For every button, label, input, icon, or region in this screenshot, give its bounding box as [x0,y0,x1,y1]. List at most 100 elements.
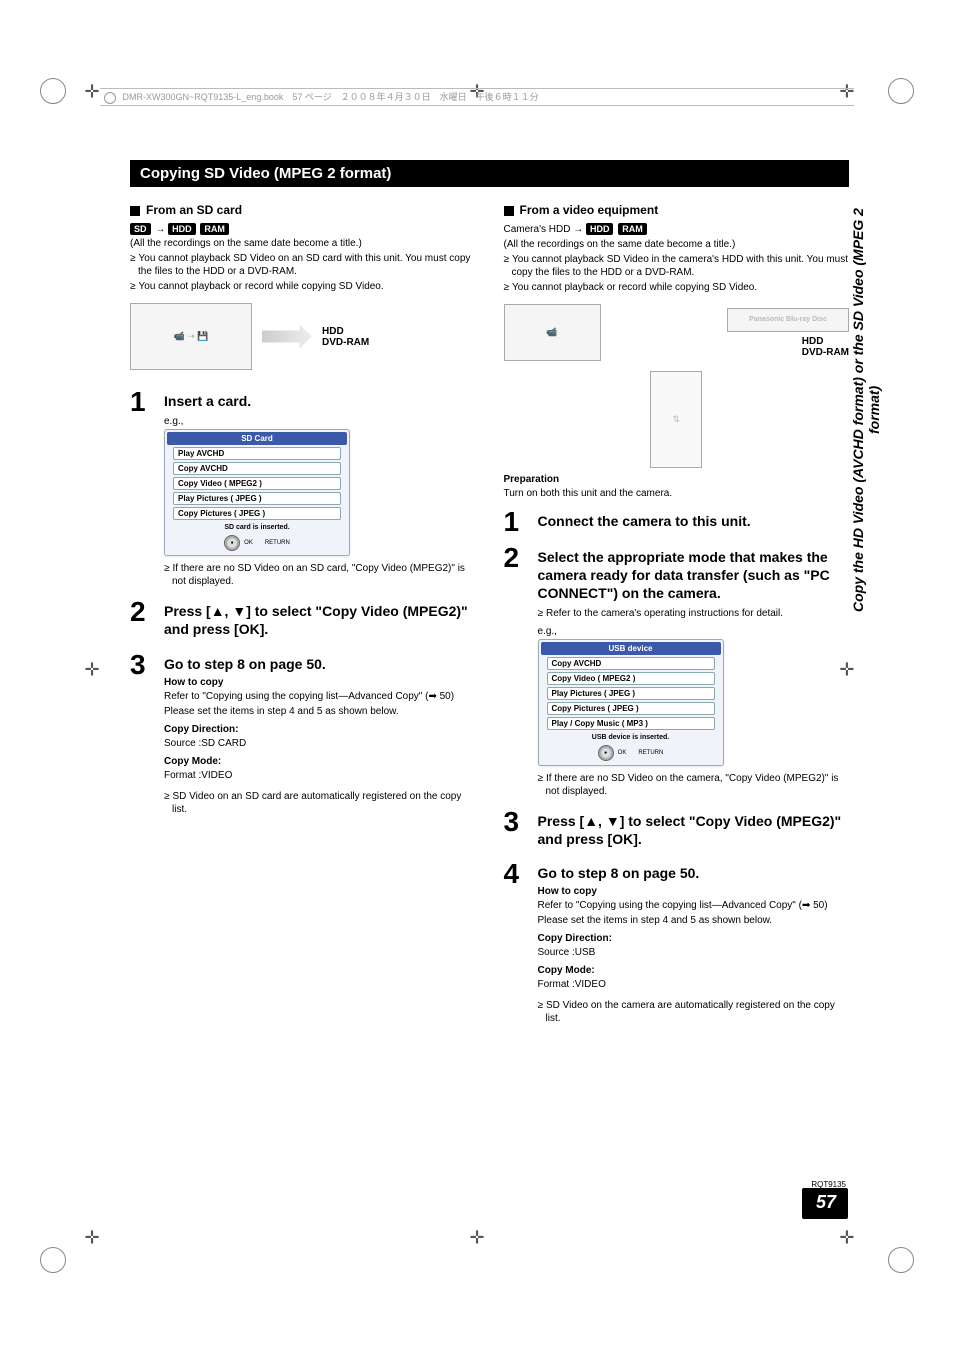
preparation-label: Preparation [504,474,850,485]
left-illustration: 📹 ➝ 💾 HDD DVD-RAM [130,303,476,370]
reg-cross-bl: ✛ [84,1228,99,1249]
left-note1: If there are no SD Video on an SD card, … [172,562,476,588]
preparation-text: Turn on both this unit and the camera. [504,487,850,500]
usb-device-menu: USB device Copy AVCHD Copy Video ( MPEG2… [538,639,724,766]
step-title: Press [▲, ▼] to select "Copy Video (MPEG… [164,602,476,638]
step-title: Go to step 8 on page 50. [538,864,850,882]
step2-sub: Refer to the camera's operating instruct… [546,607,850,620]
side-heading: Copy the HD Video (AVCHD format) or the … [850,200,882,620]
left-badges: SD → HDD RAM [130,223,476,235]
menu-controls: ● OK RETURN [167,533,347,553]
badge-hdd: HDD [168,223,196,235]
header-line: DMR-XW300GN~RQT9135-L_eng.book 57 ページ ２０… [100,88,854,106]
arrow-icon: → [155,224,165,235]
copy-direction-label: Copy Direction: [164,724,476,735]
two-columns: From an SD card SD → HDD RAM (All the re… [130,199,849,1035]
menu-item: Play / Copy Music ( MP3 ) [547,717,715,730]
reg-cross-tl: ✛ [84,82,99,103]
howto-p2: Please set the items in step 4 and 5 as … [538,914,850,927]
usb-cable-icon: ⇅ [650,371,702,468]
left-bullet-2: You cannot playback or record while copy… [138,280,476,293]
reg-cross-bottom: ✛ [469,1228,484,1249]
step-number: 3 [504,808,526,852]
right-heading: From a video equipment [504,203,850,217]
eg-label: e.g., [164,416,476,427]
right-step-2: 2 Select the appropriate mode that makes… [504,544,850,800]
sd-card-menu: SD Card Play AVCHD Copy AVCHD Copy Video… [164,429,350,556]
reg-cross-mid-left: ✛ [84,660,99,681]
step-title: Connect the camera to this unit. [538,512,850,530]
reg-mark-br [888,1247,914,1273]
reg-mark-tl [40,78,66,104]
step-number: 2 [130,598,152,642]
left-step-2: 2 Press [▲, ▼] to select "Copy Video (MP… [130,598,476,642]
camera-hdd-label: Camera's HDD → [504,224,584,235]
camera-icon: 📹 [504,304,601,361]
recorder-icon: Panasonic Blu-ray Disc [727,308,849,332]
menu-status: SD card is inserted. [167,522,347,533]
menu-status: USB device is inserted. [541,732,721,743]
menu-item: Play Pictures ( JPEG ) [547,687,715,700]
right-note1: If there are no SD Video on the camera, … [546,772,850,798]
copy-mode-value: Format :VIDEO [164,769,476,782]
right-column: From a video equipment Camera's HDD → HD… [504,199,850,1035]
right-step-4: 4 Go to step 8 on page 50. How to copy R… [504,860,850,1027]
section-title: Copying SD Video (MPEG 2 format) [130,160,849,187]
right-paren-note: (All the recordings on the same date bec… [504,238,850,251]
ok-wheel-icon: ● [598,745,614,761]
menu-controls: ● OK RETURN [541,743,721,763]
step-title: Go to step 8 on page 50. [164,655,476,673]
left-step-3: 3 Go to step 8 on page 50. How to copy R… [130,651,476,818]
eg-label: e.g., [538,626,850,637]
copy-mode-label: Copy Mode: [164,756,476,767]
right-badges-row: Camera's HDD → HDD RAM [504,223,850,236]
menu-item: Play Pictures ( JPEG ) [173,492,341,505]
howto-p1: Refer to "Copying using the copying list… [164,690,476,703]
camcorder-icon: 📹 ➝ 💾 [130,303,252,370]
copy-direction-value: Source :USB [538,946,850,959]
badge-hdd: HDD [586,223,614,235]
menu-title: SD Card [167,432,347,445]
reg-mark-bl [40,1247,66,1273]
right-bullet-1: You cannot playback SD Video in the came… [512,253,850,279]
badge-sd: SD [130,223,151,235]
left-paren-note: (All the recordings on the same date bec… [130,237,476,250]
arrow-right-icon [262,325,312,349]
howto-p1: Refer to "Copying using the copying list… [538,899,850,912]
copy-direction-value: Source :SD CARD [164,737,476,750]
badge-ram: RAM [618,223,647,235]
left-note2: SD Video on an SD card are automatically… [172,790,476,816]
illus-labels: HDD DVD-RAM [322,326,369,348]
menu-item: Play AVCHD [173,447,341,460]
right-step-3: 3 Press [▲, ▼] to select "Copy Video (MP… [504,808,850,852]
page: ✛ ✛ ✛ ✛ ✛ ✛ ✛ ✛ DMR-XW300GN~RQT9135-L_en… [0,0,954,1351]
left-column: From an SD card SD → HDD RAM (All the re… [130,199,476,1035]
step-title: Select the appropriate mode that makes t… [538,548,850,603]
menu-item: Copy AVCHD [547,657,715,670]
copy-direction-label: Copy Direction: [538,933,850,944]
menu-item: Copy Pictures ( JPEG ) [173,507,341,520]
step-number: 4 [504,860,526,1027]
menu-item: Copy Pictures ( JPEG ) [547,702,715,715]
step-number: 3 [130,651,152,818]
badge-ram: RAM [200,223,229,235]
step-number: 2 [504,544,526,800]
left-step-1: 1 Insert a card. e.g., SD Card Play AVCH… [130,388,476,590]
reg-cross-br: ✛ [839,1228,854,1249]
copy-mode-label: Copy Mode: [538,965,850,976]
right-illustration: 📹 Panasonic Blu-ray Disc HDD DVD-RAM ⇅ [504,304,850,468]
step-title: Press [▲, ▼] to select "Copy Video (MPEG… [538,812,850,848]
left-bullet-1: You cannot playback SD Video on an SD ca… [138,252,476,278]
howto-p2: Please set the items in step 4 and 5 as … [164,705,476,718]
step-number: 1 [504,508,526,536]
content-area: Copying SD Video (MPEG 2 format) From an… [130,160,849,1075]
copy-mode-value: Format :VIDEO [538,978,850,991]
left-heading: From an SD card [130,203,476,217]
ok-wheel-icon: ● [224,535,240,551]
right-note2: SD Video on the camera are automatically… [546,999,850,1025]
menu-item: Copy AVCHD [173,462,341,475]
page-number: 57 [802,1188,848,1219]
step-number: 1 [130,388,152,590]
right-bullet-2: You cannot playback or record while copy… [512,281,850,294]
step-title: Insert a card. [164,392,476,410]
